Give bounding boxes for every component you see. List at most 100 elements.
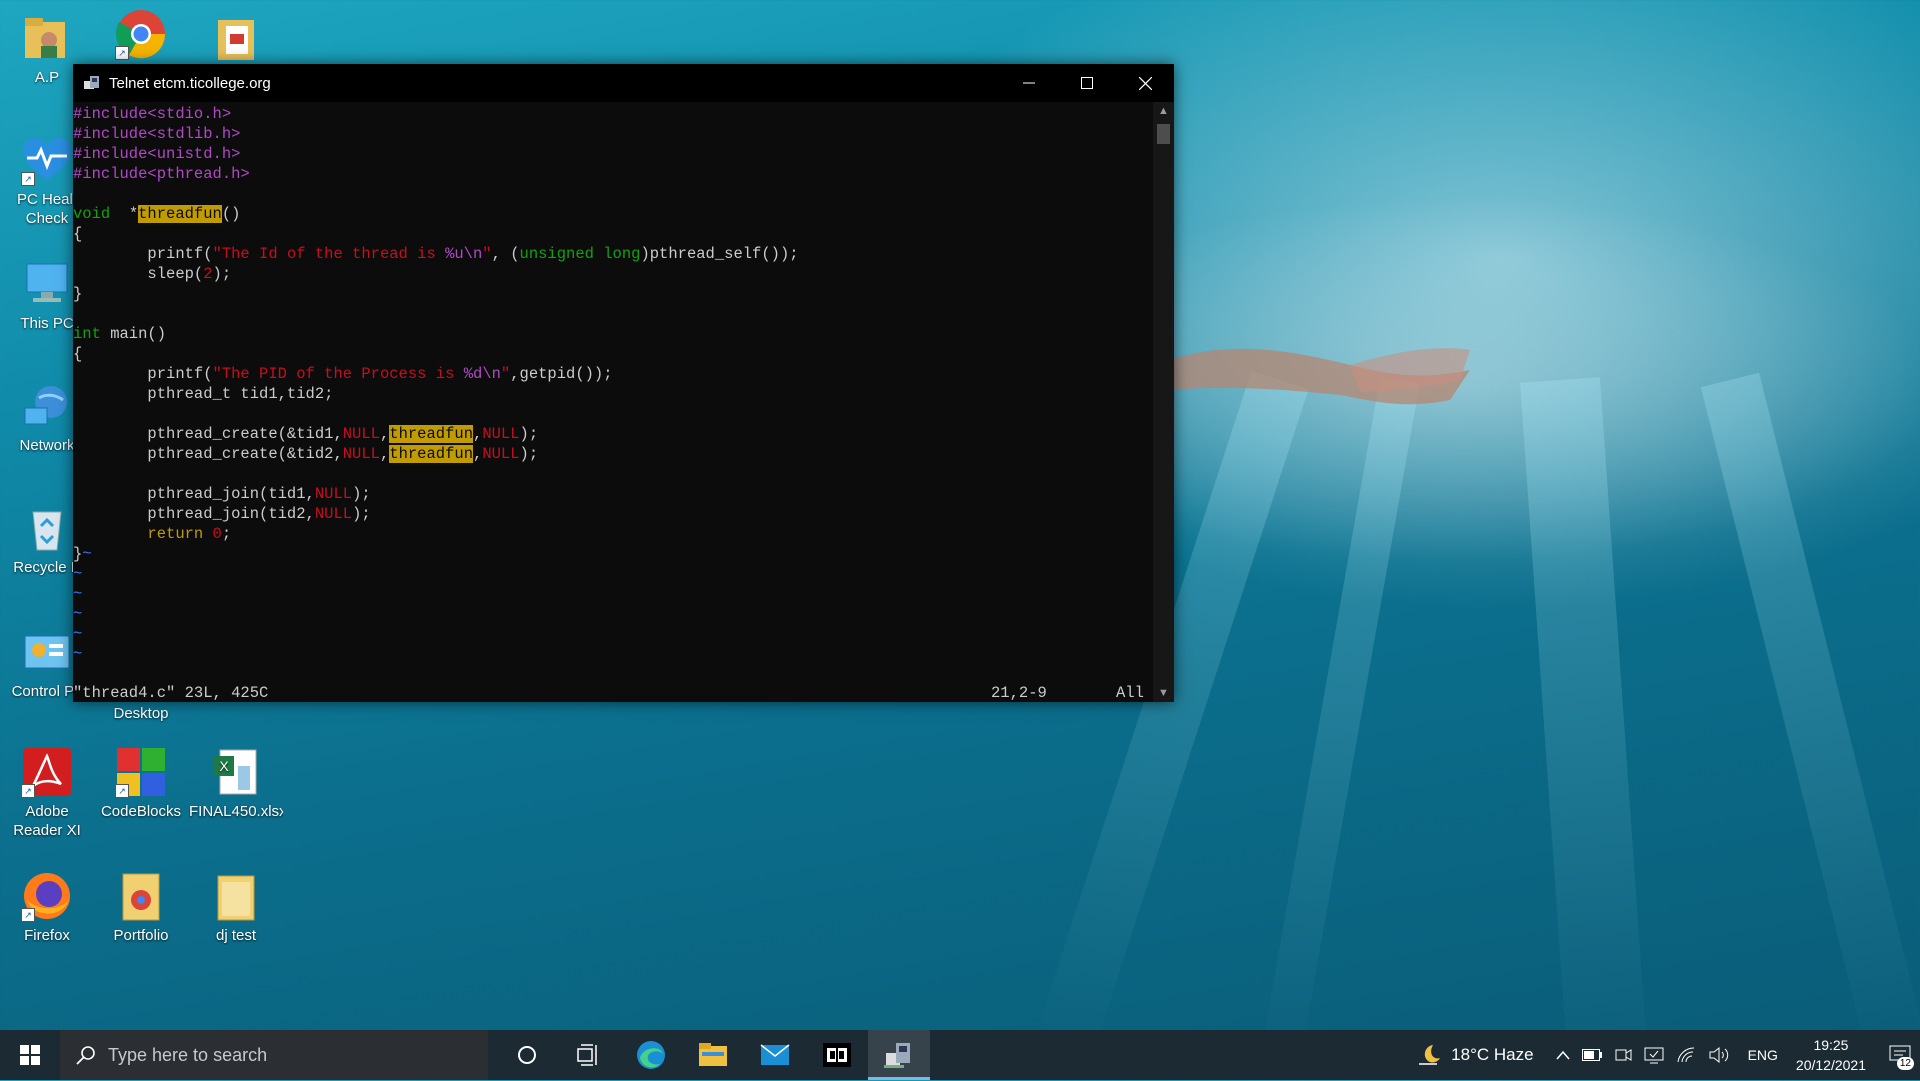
scroll-down-icon[interactable]: ▼ [1153, 684, 1174, 702]
desktop-icon-adobe-reader[interactable]: ↗ Adobe Reader XI [0, 746, 94, 840]
minimize-button[interactable] [1000, 64, 1058, 102]
wifi-icon [1677, 1047, 1694, 1063]
action-center-button[interactable]: 12 [1880, 1030, 1920, 1080]
close-button[interactable] [1116, 64, 1174, 102]
code-token: return [73, 525, 204, 543]
code-token: %d\n [463, 365, 501, 383]
code-token: ~ [82, 545, 92, 563]
code-token: ~ [73, 625, 83, 643]
telnet-taskbar-button[interactable] [868, 1030, 930, 1080]
code-token: sleep( [73, 265, 204, 283]
light-ray [1520, 377, 1649, 1081]
task-view-icon [577, 1044, 597, 1066]
maximize-button[interactable] [1058, 64, 1116, 102]
code-token: * [110, 205, 139, 223]
chrome-file-icon [115, 870, 167, 922]
recycle-bin-icon [21, 502, 73, 554]
code-line: #include<stdio.h> [73, 104, 1153, 124]
code-line: return 0; [73, 524, 1153, 544]
search-highlight: threadfun [389, 425, 473, 443]
chrome-icon: ↗ [115, 8, 167, 60]
volume-button[interactable] [1708, 1046, 1730, 1064]
telnet-window[interactable]: Telnet etcm.ticollege.org #include<stdio… [73, 64, 1174, 702]
weather-widget[interactable]: 18°C Haze [1417, 1042, 1534, 1068]
computer-icon [21, 258, 73, 310]
code-token: %u\n [445, 245, 483, 263]
language-indicator[interactable]: ENG [1748, 1047, 1778, 1063]
code-token: { [73, 345, 83, 363]
desktop-icon-portfolio[interactable]: Portfolio [94, 870, 188, 945]
search-highlight: threadfun [138, 205, 222, 223]
meet-now-button[interactable] [1614, 1046, 1632, 1064]
folder-icon [210, 870, 262, 922]
taskbar-search-box[interactable]: Type here to search [60, 1030, 488, 1080]
start-button[interactable] [0, 1030, 60, 1080]
desktop-icon-documents[interactable] [189, 12, 283, 68]
desktop-icon-codeblocks[interactable]: ↗ CodeBlocks [94, 746, 188, 821]
edge-icon [637, 1041, 665, 1069]
firefox-icon: ↗ [21, 870, 73, 922]
show-hidden-icons-button[interactable] [1556, 1050, 1570, 1060]
desktop-icon-dj-test[interactable]: dj test [189, 870, 283, 945]
light-ray [1700, 372, 1920, 1067]
code-line: pthread_t tid1,tid2; [73, 384, 1153, 404]
clock[interactable]: 19:25 20/12/2021 [1796, 1035, 1866, 1075]
desktop-icon-chrome[interactable]: ↗ [94, 8, 188, 64]
code-token: , [379, 445, 390, 463]
desktop-icon-desktop[interactable]: Desktop [94, 704, 188, 723]
code-token: ); [519, 445, 539, 463]
mail-icon [760, 1044, 790, 1065]
code-token: } [73, 545, 83, 563]
desktop-icon-firefox[interactable]: ↗ Firefox [0, 870, 94, 945]
weather-text: 18°C Haze [1451, 1045, 1534, 1064]
file-explorer-button[interactable] [682, 1030, 744, 1080]
close-icon [1138, 76, 1152, 90]
adobe-reader-icon: ↗ [21, 746, 73, 798]
code-line: #include<unistd.h> [73, 144, 1153, 164]
user-folder-icon [21, 12, 73, 64]
desktop-icon-final450[interactable]: X FINAL450.xlsx [189, 746, 283, 821]
cortana-button[interactable] [496, 1030, 558, 1080]
code-line: { [73, 344, 1153, 364]
battery-button[interactable] [1581, 1049, 1602, 1061]
vertical-scrollbar[interactable]: ▲ ▼ [1153, 102, 1174, 702]
search-placeholder: Type here to search [108, 1044, 268, 1065]
code-token: { [73, 225, 83, 243]
code-token: , [379, 425, 390, 443]
desktop-icon-label: Desktop [113, 705, 169, 722]
code-line: { [73, 224, 1153, 244]
cortana-icon [518, 1046, 536, 1064]
code-token: " [482, 245, 492, 263]
moon-haze-icon [1419, 1045, 1441, 1065]
telnet-icon [884, 1043, 910, 1068]
dolby-button[interactable] [806, 1030, 868, 1080]
scroll-up-icon[interactable]: ▲ [1153, 102, 1174, 120]
network-icon [21, 380, 73, 432]
desktop-icon-label: Reader XI [13, 822, 81, 839]
status-scroll-position: All [1116, 684, 1144, 702]
code-token: unsigned long [519, 245, 641, 263]
terminal-text-area[interactable]: #include<stdio.h> #include<stdlib.h> #incl… [73, 102, 1153, 704]
wifi-button[interactable] [1676, 1046, 1696, 1064]
taskbar: Type here to search 18°C Haze ENG 19:25 … [0, 1030, 1920, 1080]
code-token: NULL [314, 485, 353, 503]
code-token: int [73, 325, 101, 343]
window-titlebar[interactable]: Telnet etcm.ticollege.org [73, 64, 1174, 102]
code-token: , [473, 445, 483, 463]
code-token: , [473, 425, 483, 443]
task-view-button[interactable] [558, 1030, 620, 1080]
edge-taskbar-button[interactable] [620, 1030, 682, 1080]
scrollbar-thumb[interactable] [1157, 124, 1170, 144]
codeblocks-icon: ↗ [115, 746, 167, 798]
window-title: Telnet etcm.ticollege.org [109, 74, 271, 92]
code-token: ); [352, 485, 371, 503]
documents-folder-icon [210, 12, 262, 64]
mail-button[interactable] [744, 1030, 806, 1080]
code-token: pthread_t tid1,tid2; [73, 385, 334, 403]
code-token: ); [352, 505, 371, 523]
clock-time: 19:25 [1813, 1037, 1849, 1053]
minimize-icon [1023, 82, 1035, 84]
display-button[interactable] [1644, 1046, 1664, 1064]
code-line: ~ [73, 604, 1153, 624]
